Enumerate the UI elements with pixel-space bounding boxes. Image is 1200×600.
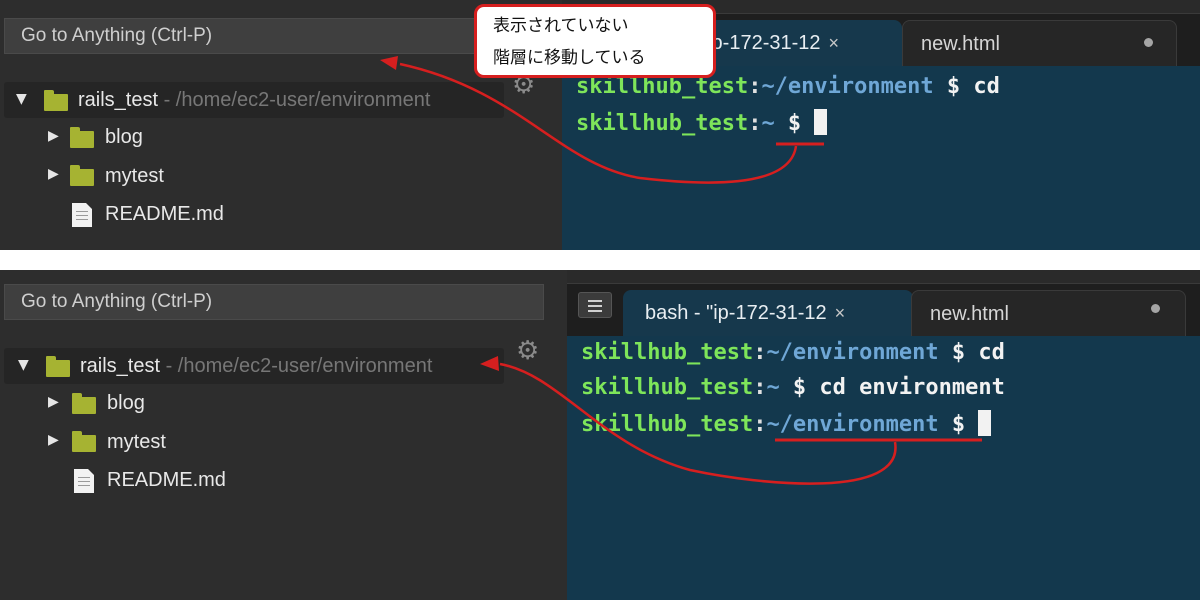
callout-line: 表示されていない xyxy=(493,16,629,36)
gear-icon[interactable]: ⚙ xyxy=(516,336,539,366)
terminal-line: skillhub_test:~/environment $ cd xyxy=(581,340,1005,365)
prompt-path: ~ xyxy=(761,111,775,136)
tree-root-row[interactable]: ▼ rails_test - /home/ec2-user/environmen… xyxy=(4,82,504,118)
goto-anything-input[interactable]: Go to Anything (Ctrl-P) xyxy=(4,18,544,54)
prompt-user: skillhub_test xyxy=(581,375,754,400)
tab-bar-strip xyxy=(567,270,1200,284)
goto-anything-input[interactable]: Go to Anything (Ctrl-P) xyxy=(4,284,544,320)
terminal-command: $ cd xyxy=(933,74,1000,99)
triangle-down-icon[interactable]: ▼ xyxy=(18,357,29,373)
tab-label: "ip-172-31-12 xyxy=(700,32,821,54)
terminal-menu-icon[interactable] xyxy=(578,292,612,318)
unsaved-dot-icon[interactable] xyxy=(1144,38,1153,47)
triangle-right-icon[interactable]: ▶ xyxy=(48,166,59,182)
terminal-command: $ cd xyxy=(938,340,1005,365)
folder-icon xyxy=(70,165,94,186)
tree-item-label[interactable]: mytest xyxy=(107,431,166,454)
editor-pane: bash - "ip-172-31-12 × new.html skillhub_… xyxy=(567,270,1200,600)
tree-item-label[interactable]: mytest xyxy=(105,165,164,188)
triangle-down-icon[interactable]: ▼ xyxy=(16,91,27,107)
terminal-line: skillhub_test:~/environment $ xyxy=(581,410,992,437)
unsaved-dot-icon[interactable] xyxy=(1151,304,1160,313)
close-icon[interactable]: × xyxy=(835,303,846,323)
file-tree-pane: Go to Anything (Ctrl-P) ▼ rails_test - /… xyxy=(0,270,567,600)
folder-icon xyxy=(70,127,94,148)
prompt-path: ~/environment xyxy=(766,412,939,437)
tree-root-row[interactable]: ▼ rails_test - /home/ec2-user/environmen… xyxy=(4,348,504,384)
prompt-colon: : xyxy=(753,375,767,400)
tree-root-name: rails_test xyxy=(80,355,161,377)
terminal-command: $ xyxy=(938,412,979,437)
folder-icon xyxy=(46,356,70,377)
close-icon[interactable]: × xyxy=(829,33,840,53)
tree-item-label[interactable]: blog xyxy=(105,126,143,149)
tree-root-name: rails_test xyxy=(78,89,159,111)
tab-bash[interactable]: bash - "ip-172-31-12 × xyxy=(623,290,913,336)
tree-item-label[interactable]: README.md xyxy=(107,469,226,492)
prompt-colon: : xyxy=(753,412,767,437)
terminal-cursor xyxy=(814,109,828,135)
terminal-line: skillhub_test:~ $ cd environment xyxy=(581,375,1005,400)
tree-item-label[interactable]: README.md xyxy=(105,203,224,226)
file-icon xyxy=(72,203,92,227)
prompt-user: skillhub_test xyxy=(581,340,754,365)
prompt-colon: : xyxy=(748,74,762,99)
triangle-right-icon[interactable]: ▶ xyxy=(48,432,59,448)
prompt-path: ~/environment xyxy=(766,340,939,365)
ide-screenshot-bottom: Go to Anything (Ctrl-P) ▼ rails_test - /… xyxy=(0,270,1200,600)
tree-item-label[interactable]: blog xyxy=(107,392,145,415)
folder-icon xyxy=(72,393,96,414)
triangle-right-icon[interactable]: ▶ xyxy=(48,128,59,144)
tab-label: new.html xyxy=(921,33,1000,55)
terminal-line: skillhub_test:~ $ xyxy=(576,109,828,136)
tab-new-html[interactable]: new.html xyxy=(911,290,1186,336)
prompt-colon: : xyxy=(748,111,762,136)
terminal[interactable]: skillhub_test:~/environment $ cd skillhu… xyxy=(562,66,1200,250)
prompt-path: ~/environment xyxy=(761,74,934,99)
prompt-user: skillhub_test xyxy=(581,412,754,437)
tree-root-label[interactable]: rails_test - /home/ec2-user/environment xyxy=(78,89,430,112)
prompt-path: ~ xyxy=(766,375,780,400)
terminal-cursor xyxy=(978,410,992,436)
tab-label: new.html xyxy=(930,303,1009,325)
tab-new-html[interactable]: new.html xyxy=(902,20,1177,66)
terminal-command: $ cd environment xyxy=(779,375,1005,400)
tab-bar: bash - "ip-172-31-12 × new.html xyxy=(567,270,1200,336)
prompt-user: skillhub_test xyxy=(576,111,749,136)
terminal-command: $ xyxy=(774,111,815,136)
folder-icon xyxy=(72,431,96,452)
tree-root-path: - /home/ec2-user/environment xyxy=(160,355,433,377)
tab-label: bash - "ip-172-31-12 xyxy=(645,302,827,324)
tree-root-path: - /home/ec2-user/environment xyxy=(158,89,431,111)
file-icon xyxy=(74,469,94,493)
triangle-right-icon[interactable]: ▶ xyxy=(48,394,59,410)
annotation-callout: 表示されていない 階層に移動している xyxy=(474,4,716,78)
folder-icon xyxy=(44,90,68,111)
callout-line: 階層に移動している xyxy=(493,48,646,68)
terminal[interactable]: skillhub_test:~/environment $ cd skillhu… xyxy=(567,336,1200,600)
tree-root-label[interactable]: rails_test - /home/ec2-user/environment xyxy=(80,355,432,378)
prompt-colon: : xyxy=(753,340,767,365)
